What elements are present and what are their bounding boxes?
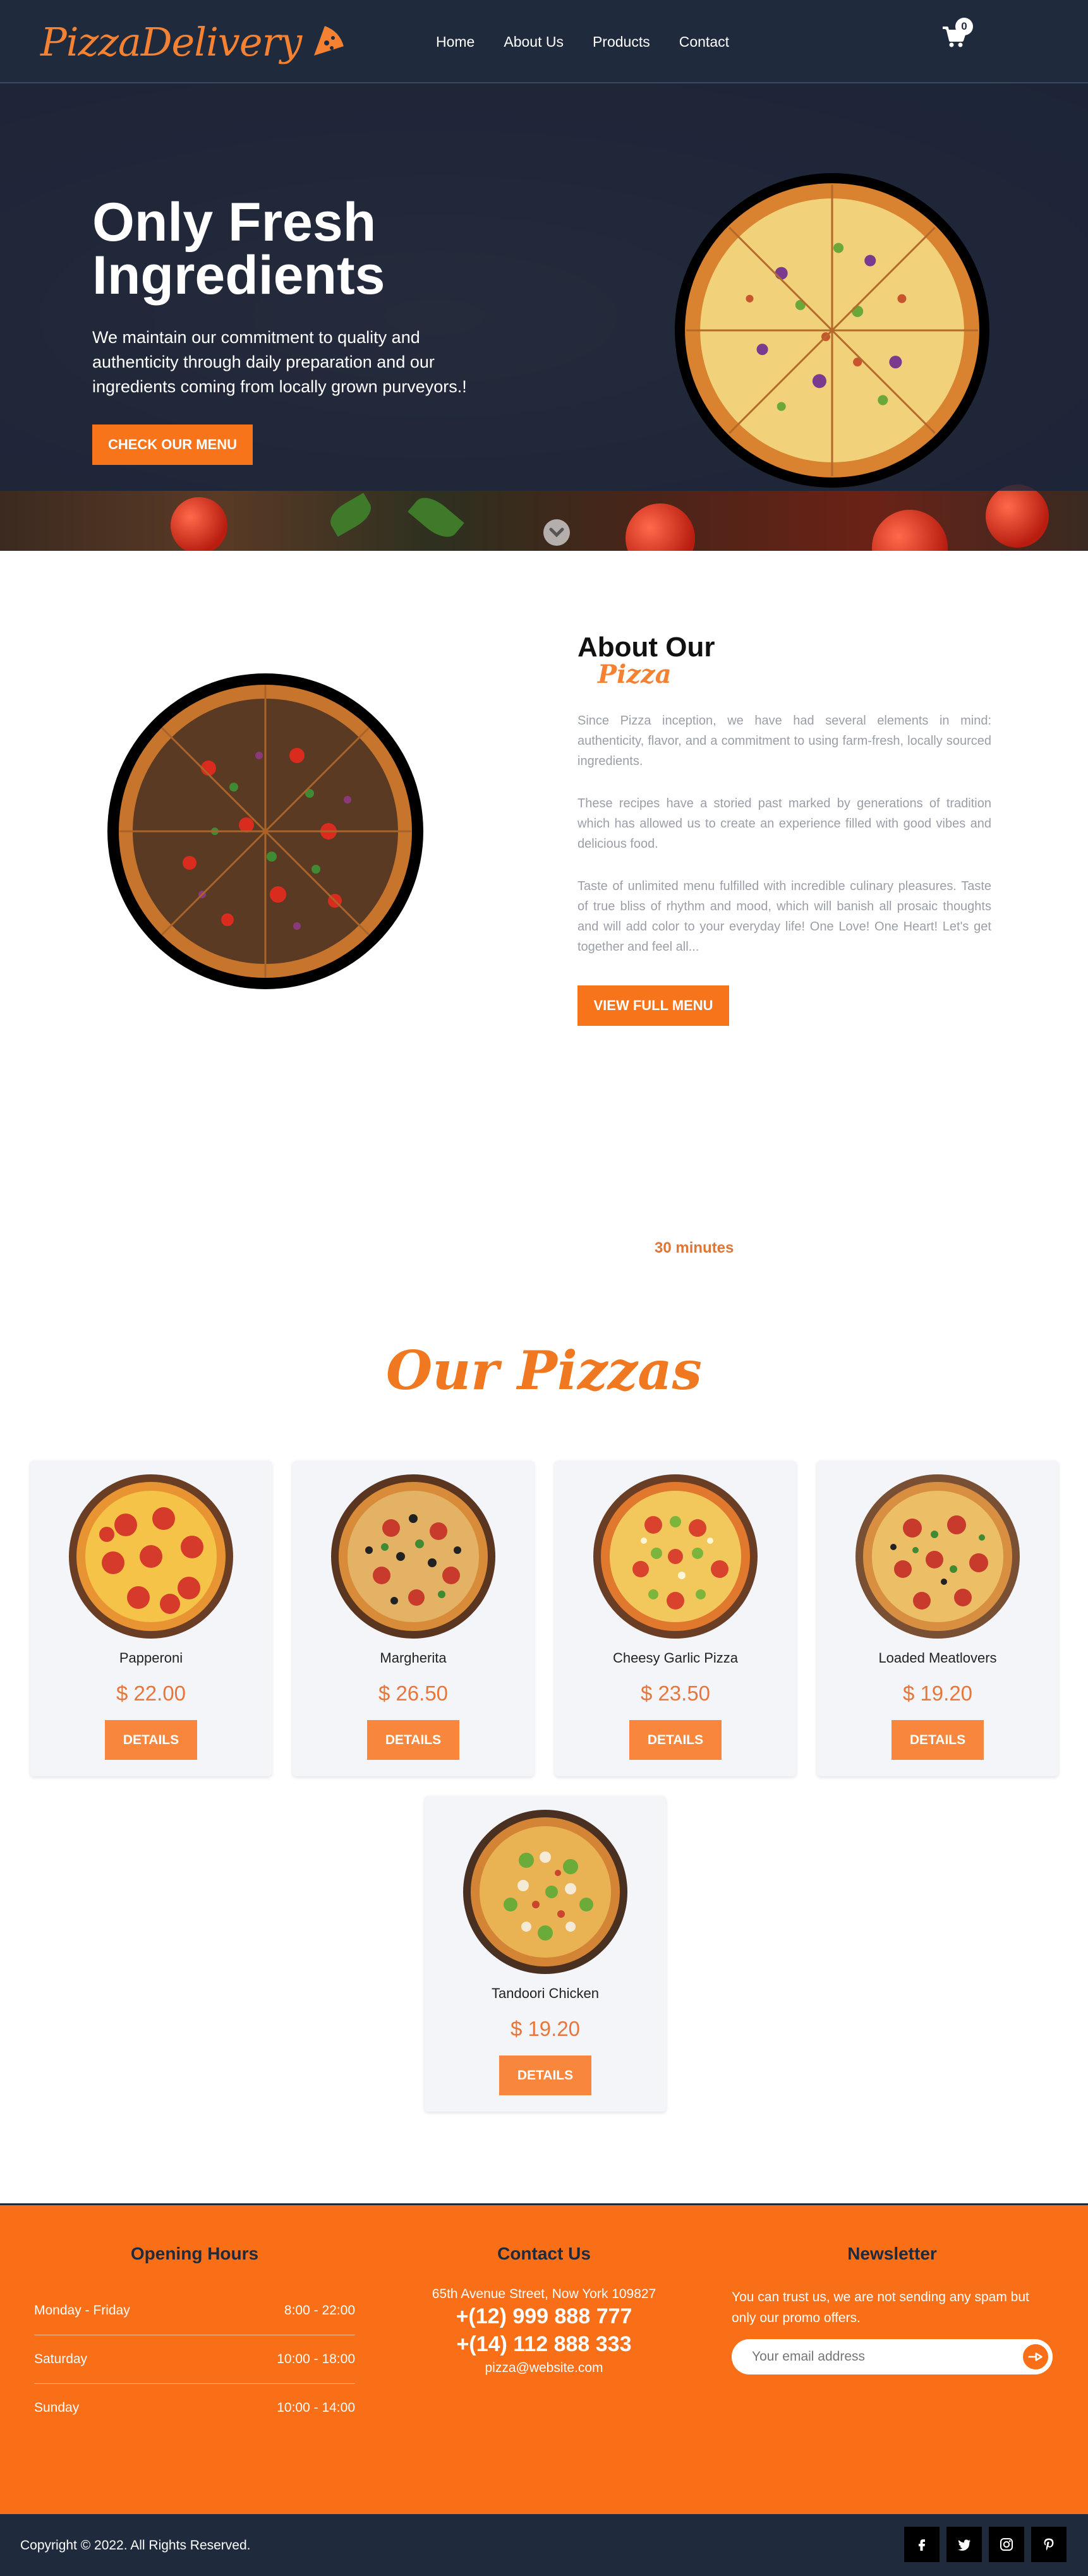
pepperoni-pizza-image bbox=[69, 1474, 233, 1639]
hero-food-background bbox=[0, 485, 1088, 551]
hours-day: Monday - Friday bbox=[34, 2303, 130, 2318]
cheesy-garlic-pizza-image bbox=[593, 1474, 758, 1639]
pizza-card: Cheesy Garlic Pizza $ 23.50 DETAILS bbox=[555, 1460, 796, 1776]
hours-row: Saturday 10:00 - 18:00 bbox=[34, 2335, 355, 2383]
hero-title: Only Fresh Ingredients bbox=[92, 195, 535, 303]
pizza-name: Cheesy Garlic Pizza bbox=[612, 1650, 739, 1666]
about-subtitle: Pizza bbox=[598, 659, 672, 689]
contact-address: 65th Avenue Street, Now York 109827 bbox=[432, 2287, 656, 2301]
twitter-icon[interactable] bbox=[946, 2527, 982, 2562]
details-button[interactable]: DETAILS bbox=[499, 2055, 591, 2095]
delivery-time-label: 30 minutes bbox=[655, 1239, 734, 1256]
contact-phone-2[interactable]: +(14) 112 888 333 bbox=[366, 2332, 722, 2357]
view-full-menu-button[interactable]: VIEW FULL MENU bbox=[577, 985, 729, 1026]
pizza-name: Margherita bbox=[380, 1650, 447, 1666]
hours-day: Sunday bbox=[34, 2400, 80, 2415]
logo[interactable]: PizzaDelivery bbox=[40, 11, 346, 72]
about-pizza-image bbox=[107, 673, 423, 989]
instagram-icon[interactable] bbox=[989, 2527, 1024, 2562]
pizza-price: $ 19.20 bbox=[510, 2017, 581, 2040]
basil-leaf-decoration bbox=[325, 493, 377, 537]
pizza-name: Loaded Meatlovers bbox=[878, 1650, 997, 1666]
newsletter-email-input[interactable] bbox=[752, 2345, 1005, 2369]
tomato-decoration bbox=[171, 497, 227, 551]
tomato-decoration bbox=[626, 503, 695, 551]
arrow-right-icon[interactable] bbox=[1021, 2342, 1050, 2371]
contact-us-title: Contact Us bbox=[497, 2244, 591, 2263]
our-pizzas-title: Our Pizzas bbox=[386, 1339, 702, 1402]
newsletter-title: Newsletter bbox=[847, 2244, 937, 2263]
about-paragraph-1: Since Pizza inception, we have had sever… bbox=[577, 714, 991, 768]
copyright-text: Copyright © 2022. All Rights Reserved. bbox=[20, 2538, 251, 2553]
tomato-decoration bbox=[872, 510, 948, 551]
hero-pizza-image bbox=[675, 173, 989, 488]
top-navbar: PizzaDelivery Home About Us Products Con… bbox=[0, 0, 1088, 83]
details-button[interactable]: DETAILS bbox=[892, 1720, 984, 1760]
hours-day: Saturday bbox=[34, 2352, 88, 2366]
hours-row: Sunday 10:00 - 14:00 bbox=[34, 2384, 355, 2432]
details-button[interactable]: DETAILS bbox=[367, 1720, 459, 1760]
tandoori-chicken-pizza-image bbox=[463, 1810, 627, 1974]
pizza-price: $ 22.00 bbox=[116, 1682, 186, 1705]
pizza-card: Tandoori Chicken $ 19.20 DETAILS bbox=[425, 1796, 666, 2112]
pizza-card: Papperoni $ 22.00 DETAILS bbox=[30, 1460, 272, 1776]
nav-about-us[interactable]: About Us bbox=[504, 28, 564, 56]
details-button[interactable]: DETAILS bbox=[629, 1720, 722, 1760]
pizza-card: Loaded Meatlovers $ 19.20 DETAILS bbox=[817, 1460, 1058, 1776]
hours-time: 10:00 - 14:00 bbox=[277, 2400, 355, 2415]
nav-home[interactable]: Home bbox=[436, 28, 474, 56]
about-paragraph-3: Taste of unlimited menu fulfilled with i… bbox=[577, 879, 991, 954]
loaded-meatlovers-pizza-image bbox=[855, 1474, 1020, 1639]
contact-email[interactable]: pizza@website.com bbox=[366, 2361, 722, 2376]
contact-phone-1[interactable]: +(12) 999 888 777 bbox=[366, 2304, 722, 2329]
pizza-price: $ 26.50 bbox=[378, 1682, 449, 1705]
tomato-decoration bbox=[986, 485, 1049, 548]
nav-contact[interactable]: Contact bbox=[679, 28, 729, 56]
pizza-name: Tandoori Chicken bbox=[492, 1985, 599, 2001]
hero-title-line-2: Ingredients bbox=[92, 245, 385, 306]
about-paragraph-2: These recipes have a storied past marked… bbox=[577, 797, 991, 851]
scroll-down-icon[interactable] bbox=[543, 519, 570, 546]
pizza-card: Margherita $ 26.50 DETAILS bbox=[293, 1460, 534, 1776]
cart-count-badge: 0 bbox=[955, 18, 973, 35]
details-button[interactable]: DETAILS bbox=[105, 1720, 197, 1760]
pizza-price: $ 19.20 bbox=[902, 1682, 973, 1705]
main-nav: Home About Us Products Contact bbox=[436, 28, 758, 56]
opening-hours-title: Opening Hours bbox=[130, 2244, 259, 2263]
newsletter-text: You can trust us, we are not sending any… bbox=[732, 2290, 1029, 2325]
check-our-menu-button[interactable]: CHECK OUR MENU bbox=[92, 424, 253, 465]
basil-leaf-decoration bbox=[408, 490, 464, 545]
hero-title-line-1: Only Fresh bbox=[92, 192, 377, 253]
facebook-icon[interactable] bbox=[904, 2527, 940, 2562]
pinterest-icon[interactable] bbox=[1031, 2527, 1067, 2562]
hours-row: Monday - Friday 8:00 - 22:00 bbox=[34, 2287, 355, 2335]
hours-time: 10:00 - 18:00 bbox=[277, 2352, 355, 2366]
pizza-slice-icon bbox=[314, 26, 344, 56]
logo-text[interactable]: PizzaDelivery bbox=[40, 19, 302, 65]
about-title: About Our bbox=[577, 632, 715, 663]
hours-time: 8:00 - 22:00 bbox=[284, 2303, 355, 2318]
margherita-pizza-image bbox=[331, 1474, 495, 1639]
hero-description: We maintain our commitment to quality an… bbox=[92, 328, 467, 396]
hero-section: Only Fresh Ingredients We maintain our c… bbox=[0, 83, 1088, 551]
pizza-name: Papperoni bbox=[119, 1650, 183, 1666]
nav-products[interactable]: Products bbox=[593, 28, 650, 56]
pizza-price: $ 23.50 bbox=[640, 1682, 711, 1705]
